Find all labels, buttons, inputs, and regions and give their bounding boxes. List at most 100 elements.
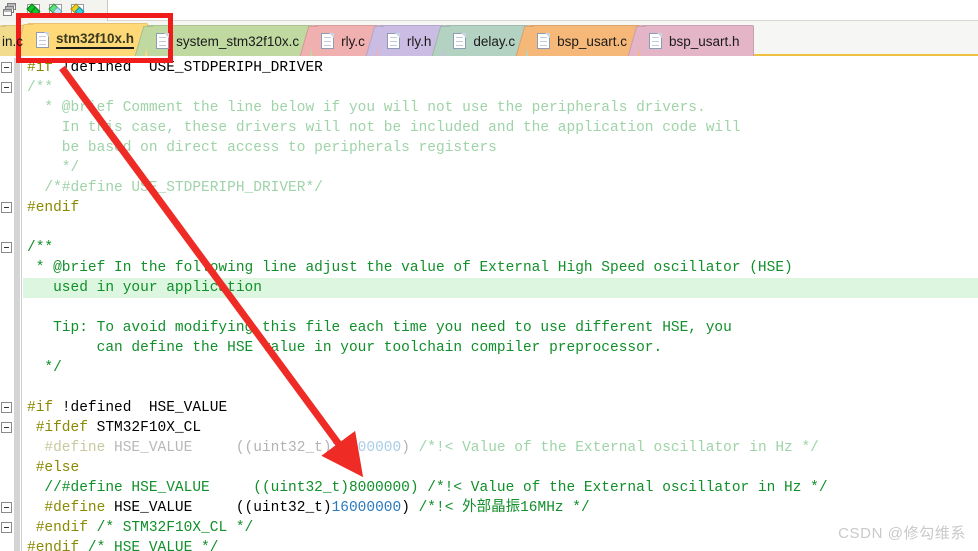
code-line[interactable]: */ [23,358,978,378]
code-token: /*#define USE_STDPERIPH_DRIVER*/ [27,180,323,196]
code-token: #if [27,60,62,76]
code-token: can define the HSE value in your toolcha… [27,340,663,356]
code-line[interactable]: //#define HSE_VALUE ((uint32_t)8000000) … [23,478,978,498]
code-token: !defined USE_STDPERIPH_DRIVER [61,60,323,76]
code-token: #define [27,500,115,516]
code-line[interactable]: */ [23,158,978,178]
file-document-icon [36,32,50,48]
code-line[interactable]: #if !defined HSE_VALUE [23,398,978,418]
tab-system-stm32f10x-c[interactable]: system_stm32f10x.c [134,25,314,56]
code-editor[interactable]: #if !defined USE_STDPERIPH_DRIVER /** * @… [0,58,978,551]
code-token: #endif [27,200,80,216]
tab-label: in.c [2,33,24,49]
tab-label: bsp_usart.c [557,33,627,49]
fold-toggle-icon[interactable] [1,502,12,513]
code-line[interactable]: In this case, these drivers will not be … [23,118,978,138]
multicolor-diamond-document-icon[interactable] [69,2,86,19]
file-document-icon [537,33,551,49]
window-stack-icon[interactable] [3,2,20,19]
fold-toggle-icon[interactable] [1,422,12,433]
code-line[interactable] [23,218,978,238]
code-token: #define [27,440,115,456]
code-token: 25000000 [331,440,402,456]
code-token: ((uint32_t) [235,440,332,456]
code-line[interactable]: * @brief Comment the line below if you w… [23,98,978,118]
tab-label: stm32f10x.h [56,31,135,49]
tab-label: rly.h [406,33,432,49]
code-line[interactable]: #else [23,458,978,478]
code-token: //#define HSE_VALUE ((uint32_t)8000000) … [27,480,828,496]
toolbar [0,0,978,21]
file-document-icon [156,33,170,49]
tab-label: delay.c [473,33,516,49]
fold-toggle-icon[interactable] [1,522,12,533]
code-token: Tip: To avoid modifying this file each t… [27,320,732,336]
code-line[interactable]: be based on direct access to peripherals… [23,138,978,158]
code-line[interactable]: /*#define USE_STDPERIPH_DRIVER*/ [23,178,978,198]
code-token: HSE_VALUE ((uint32_t) [114,500,332,516]
code-token: be based on direct access to peripherals… [27,140,497,156]
code-line[interactable] [23,298,978,318]
gutter-fold-bar [14,58,20,551]
code-line[interactable]: used in your application [23,278,978,298]
code-line[interactable]: #define HSE_VALUE ((uint32_t)25000000) /… [23,438,978,458]
code-token: 16000000 [331,500,402,516]
tab-label: rly.c [341,33,365,49]
csdn-watermark: CSDN @修勾维系 [838,525,966,542]
fold-toggle-icon[interactable] [1,242,12,253]
file-document-icon [386,33,400,49]
code-token: #endif [27,520,97,536]
code-token: /* STM32F10X_CL */ [96,520,254,536]
code-token: */ [27,160,80,176]
code-token: /*!< 外部晶振16MHz */ [418,500,590,516]
file-document-icon [648,33,662,49]
file-document-icon [321,33,335,49]
code-token: * @brief Comment the line below if you w… [27,100,706,116]
fold-toggle-icon[interactable] [1,82,12,93]
code-line[interactable]: Tip: To avoid modifying this file each t… [23,318,978,338]
tab-bsp-usart-h[interactable]: bsp_usart.h [627,25,754,56]
tab-stm32f10x-h[interactable]: stm32f10x.h [14,23,149,56]
toolbar-button-group [0,0,108,21]
code-token: used in your application [27,280,262,296]
green-diamond-document-icon[interactable] [25,2,42,19]
code-token: /* HSE_VALUE */ [87,540,219,551]
code-token: */ [27,360,62,376]
code-line[interactable]: #ifdef STM32F10X_CL [23,418,978,438]
code-token: HSE_VALUE [114,440,236,456]
code-token: /** [27,80,54,96]
code-token: #else [27,460,80,476]
screenshot-root: in.c stm32f10x.h system_stm32f10x.c rly.c rl… [0,0,978,551]
code-line[interactable]: #endif /* HSE_VALUE */ [23,538,978,551]
blue-diamond-document-icon[interactable] [47,2,64,19]
fold-toggle-icon[interactable] [1,62,12,73]
code-token: #if [27,400,62,416]
fold-toggle-icon[interactable] [1,402,12,413]
code-token: !defined HSE_VALUE [61,400,228,416]
tab-label: system_stm32f10x.c [176,33,300,49]
file-document-icon [453,33,467,49]
code-token: ) [401,500,419,516]
code-token: * @brief In the following line adjust th… [27,260,793,276]
editor-tab-bar: in.c stm32f10x.h system_stm32f10x.c rly.c rl… [0,21,978,56]
code-line[interactable]: #endif [23,198,978,218]
code-token: ) [401,440,419,456]
code-line[interactable] [23,378,978,398]
code-line[interactable]: * @brief In the following line adjust th… [23,258,978,278]
code-token: STM32F10X_CL [96,420,202,436]
code-line[interactable]: /** [23,78,978,98]
code-line[interactable]: /** [23,238,978,258]
code-token: #endif [27,540,88,551]
tab-bsp-usart-c[interactable]: bsp_usart.c [515,25,641,56]
tab-list: in.c stm32f10x.h system_stm32f10x.c rly.c rl… [0,21,754,56]
tab-label: bsp_usart.h [668,33,740,49]
code-text[interactable]: #if !defined USE_STDPERIPH_DRIVER /** * @… [23,58,978,551]
code-line[interactable]: #define HSE_VALUE ((uint32_t)16000000) /… [23,498,978,518]
code-token: In this case, these drivers will not be … [27,120,741,136]
code-line[interactable]: #if !defined USE_STDPERIPH_DRIVER [23,58,978,78]
code-line[interactable]: #endif /* STM32F10X_CL */ [23,518,978,538]
code-line[interactable]: can define the HSE value in your toolcha… [23,338,978,358]
editor-gutter[interactable] [0,58,22,551]
code-token: /*!< Value of the External oscillator in… [418,440,819,456]
fold-toggle-icon[interactable] [1,202,12,213]
